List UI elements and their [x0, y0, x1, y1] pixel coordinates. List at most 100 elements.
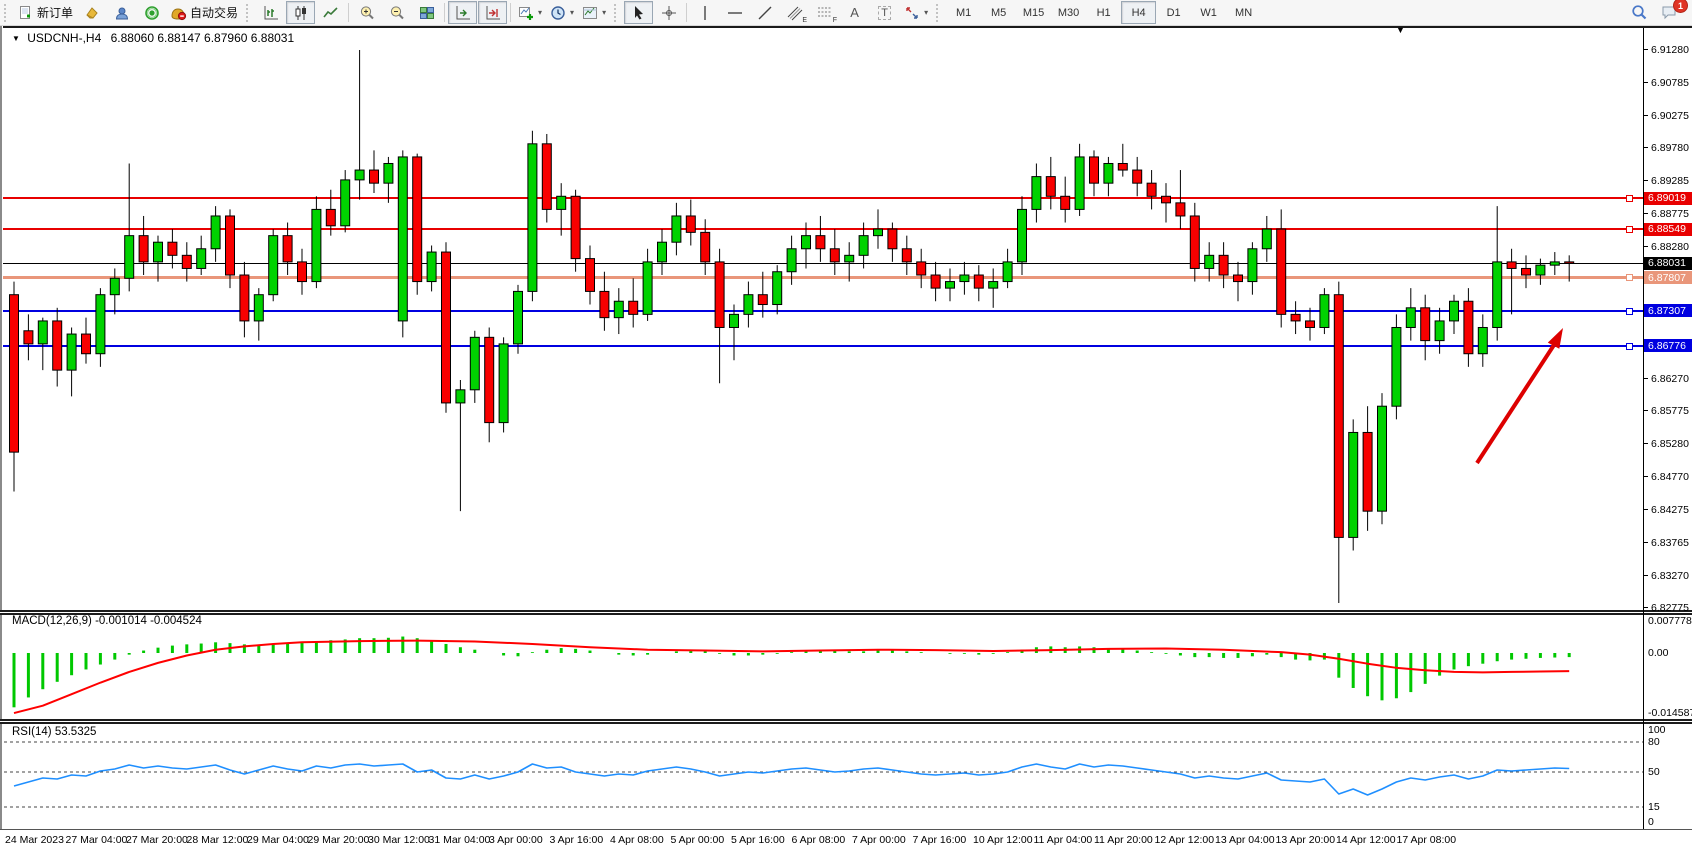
time-axis-label: 10 Apr 12:00	[973, 834, 1033, 846]
time-axis-label: 27 Mar 04:00	[66, 834, 128, 846]
timeframe-mn-button[interactable]: MN	[1226, 1, 1261, 24]
indicators-button[interactable]: ▾	[514, 1, 545, 24]
price-tick: 6.83270	[1644, 570, 1689, 582]
trendline-button[interactable]	[750, 1, 779, 24]
time-axis-label: 30 Mar 12:00	[368, 834, 430, 846]
notifications-button[interactable]: 1	[1655, 1, 1684, 24]
channel-sub-label: E	[802, 17, 807, 24]
periods-clock-icon	[549, 4, 566, 21]
cursor-button[interactable]	[624, 1, 653, 24]
time-axis[interactable]: 24 Mar 202327 Mar 04:0027 Mar 20:0028 Ma…	[0, 830, 1692, 848]
price-tick: 6.85280	[1644, 438, 1689, 450]
time-axis-label: 5 Apr 00:00	[671, 834, 725, 846]
toolbar-separator	[510, 3, 511, 22]
main-toolbar: 新订单 自动交易	[0, 0, 1692, 26]
chart-shift-button[interactable]	[478, 1, 507, 24]
zoom-out-button[interactable]	[382, 1, 411, 24]
time-axis-label: 11 Apr 04:00	[1034, 834, 1093, 846]
templates-button[interactable]: ▾	[578, 1, 609, 24]
text-label-button[interactable]: T	[870, 1, 899, 24]
zoom-out-icon	[388, 4, 405, 21]
support-price-badge: 6.86776	[1644, 339, 1692, 352]
label-tool-icon: T	[878, 6, 891, 20]
periods-button[interactable]: ▾	[546, 1, 577, 24]
price-tick: 6.88280	[1644, 241, 1689, 253]
timeframe-m5-button[interactable]: M5	[981, 1, 1016, 24]
axis-tick-mark	[1644, 82, 1648, 83]
axis-tick-mark	[1644, 180, 1648, 181]
toolbar-grip[interactable]	[936, 4, 943, 22]
time-axis-label: 31 Mar 04:00	[429, 834, 491, 846]
tile-windows-icon	[418, 4, 435, 21]
dropdown-arrow-icon: ▾	[602, 8, 606, 17]
horizontal-line-button[interactable]	[720, 1, 749, 24]
metaeditor-button[interactable]	[77, 1, 106, 24]
signals-button[interactable]	[137, 1, 166, 24]
axis-tick-mark	[1644, 443, 1648, 444]
price-tick-label: 6.83765	[1651, 537, 1689, 549]
time-axis-label: 3 Apr 00:00	[489, 834, 543, 846]
last-bar-marker-icon[interactable]: ▼	[1396, 26, 1405, 34]
macd-axis-label: 0.007778	[1648, 615, 1692, 627]
search-button[interactable]	[1625, 1, 1654, 24]
price-tick-label: 6.90275	[1651, 110, 1689, 122]
current-price-price-badge: 6.88031	[1644, 257, 1692, 270]
timeframe-h4-button[interactable]: H4	[1121, 1, 1156, 24]
price-tick-label: 6.90785	[1651, 77, 1689, 89]
main-chart-region[interactable]	[3, 28, 1643, 610]
new-order-button[interactable]: 新订单	[14, 1, 76, 24]
equidistant-channel-icon	[786, 4, 803, 21]
timeframe-m1-button[interactable]: M1	[946, 1, 981, 24]
time-axis-label: 27 Mar 20:00	[126, 834, 188, 846]
mql5-community-button[interactable]	[107, 1, 136, 24]
arrows-button[interactable]: ▾	[900, 1, 931, 24]
mql5-community-icon	[113, 4, 130, 21]
time-axis-label: 13 Apr 04:00	[1215, 834, 1275, 846]
equidistant-channel-button[interactable]: E	[780, 1, 809, 24]
price-tick: 6.89780	[1644, 142, 1689, 154]
line-chart-button[interactable]	[316, 1, 345, 24]
time-axis-label: 24 Mar 2023	[5, 834, 64, 846]
crosshair-button[interactable]	[654, 1, 683, 24]
axis-tick-mark	[1644, 607, 1648, 608]
trading-platform-window: 新订单 自动交易	[0, 0, 1692, 848]
autoscroll-button[interactable]	[448, 1, 477, 24]
rsi-axis-label: 0	[1648, 816, 1654, 828]
time-axis-label: 28 Mar 12:00	[187, 834, 249, 846]
timeframe-h1-button[interactable]: H1	[1086, 1, 1121, 24]
vertical-line-icon	[696, 4, 713, 21]
time-axis-label: 7 Apr 00:00	[852, 834, 906, 846]
time-axis-label: 29 Mar 20:00	[308, 834, 370, 846]
new-order-icon	[17, 4, 34, 21]
toolbar-grip[interactable]	[614, 4, 621, 22]
fibonacci-button[interactable]: F	[810, 1, 839, 24]
price-tick-label: 6.86270	[1651, 373, 1689, 385]
zoom-in-button[interactable]	[352, 1, 381, 24]
text-button[interactable]: A	[840, 1, 869, 24]
time-axis-label: 13 Apr 20:00	[1276, 834, 1336, 846]
time-axis-label: 5 Apr 16:00	[731, 834, 785, 846]
macd-panel-separator[interactable]	[0, 610, 1692, 615]
price-tick-label: 6.88280	[1651, 241, 1689, 253]
toolbar-grip[interactable]	[246, 4, 253, 22]
timeframe-m30-button[interactable]: M30	[1051, 1, 1086, 24]
timeframe-group: M1M5M15M30H1H4D1W1MN	[946, 1, 1261, 24]
collapse-arrow-icon[interactable]: ▼	[12, 34, 20, 43]
rsi-panel-separator[interactable]	[0, 719, 1692, 724]
price-tick: 6.90785	[1644, 77, 1689, 89]
axis-tick-mark	[1644, 49, 1648, 50]
timeframe-w1-button[interactable]: W1	[1191, 1, 1226, 24]
vertical-line-button[interactable]	[690, 1, 719, 24]
time-axis-label: 14 Apr 12:00	[1336, 834, 1396, 846]
toolbar-grip[interactable]	[4, 4, 11, 22]
timeframe-m15-button[interactable]: M15	[1016, 1, 1051, 24]
axis-tick-mark	[1644, 115, 1648, 116]
timeframe-d1-button[interactable]: D1	[1156, 1, 1191, 24]
tile-windows-button[interactable]	[412, 1, 441, 24]
candlestick-chart-button[interactable]	[286, 1, 315, 24]
text-tool-icon: A	[850, 5, 859, 20]
signals-icon	[143, 4, 160, 21]
price-tick: 6.88775	[1644, 208, 1689, 220]
bar-chart-button[interactable]	[256, 1, 285, 24]
autotrading-button[interactable]: 自动交易	[167, 1, 241, 24]
